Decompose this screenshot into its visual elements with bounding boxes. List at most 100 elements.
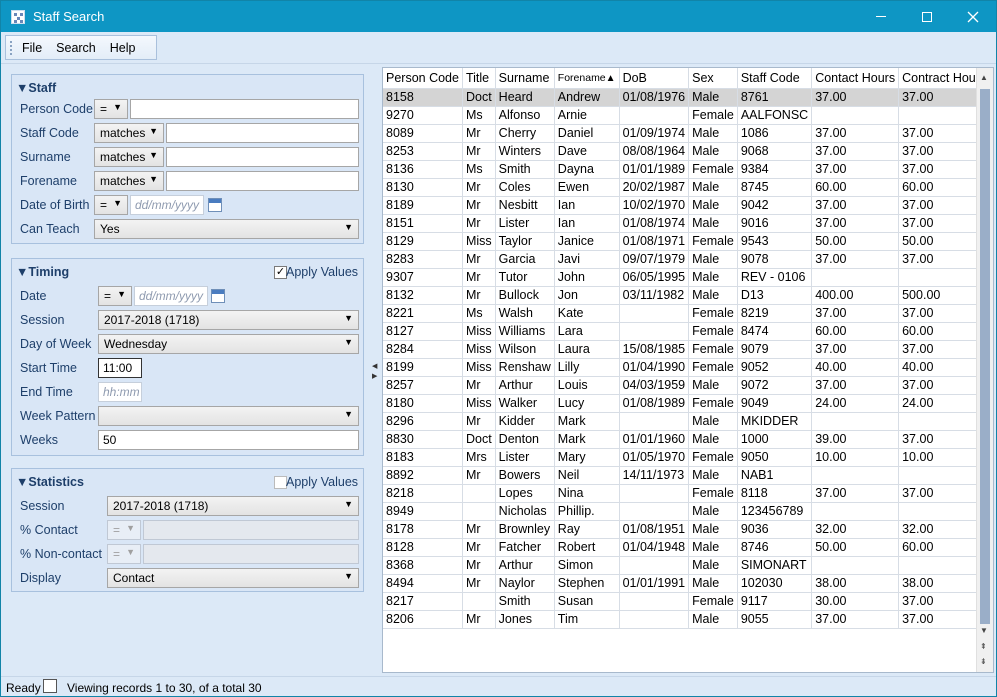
status-checkbox[interactable] bbox=[43, 679, 57, 693]
stats-session-select[interactable]: 2017-2018 (1718) ▼ bbox=[107, 496, 359, 516]
staff-search-window: Staff Search File Search Help ▼Staff Per… bbox=[0, 0, 997, 697]
end-time-input[interactable]: hh:mm bbox=[98, 382, 142, 402]
table-cell: 8128 bbox=[383, 538, 463, 557]
table-row[interactable]: 8089 Mr Cherry Daniel 01/09/1974 Male 1086 37.0… bbox=[383, 124, 993, 143]
table-row[interactable]: 8130 Mr Coles Ewen 20/02/1987 Male 8745 60.00 60… bbox=[383, 178, 993, 197]
table-row[interactable]: 8368 Mr Arthur Simon Male SIMONART bbox=[383, 556, 993, 575]
table-cell: 8132 bbox=[383, 286, 463, 305]
table-row[interactable]: 8830 Doct Denton Mark 01/01/1960 Male 1000 39.0… bbox=[383, 430, 993, 449]
staff-code-input[interactable] bbox=[166, 123, 359, 143]
table-row[interactable]: 8206 Mr Jones Tim Male 9055 37.00 37.00 bbox=[383, 610, 993, 629]
table-row[interactable]: 8283 Mr Garcia Javi 09/07/1979 Male 9078 37.00 3… bbox=[383, 250, 993, 269]
week-pattern-select[interactable]: ▼ bbox=[98, 406, 359, 426]
dob-operator[interactable]: = ▼ bbox=[94, 195, 128, 215]
table-row[interactable]: 8221 Ms Walsh Kate Female 8219 37.00 37.00 bbox=[383, 304, 993, 323]
table-row[interactable]: 8127 Miss Williams Lara Female 8474 60.00 60.00 bbox=[383, 322, 993, 341]
table-cell: Female bbox=[688, 106, 738, 125]
calendar-icon[interactable] bbox=[208, 198, 222, 212]
surname-input[interactable] bbox=[166, 147, 359, 167]
table-row[interactable]: 8253 Mr Winters Dave 08/08/1964 Male 9068 37.00… bbox=[383, 142, 993, 161]
table-row[interactable]: 8296 Mr Kidder Mark Male MKIDDER bbox=[383, 412, 993, 431]
dob-input[interactable]: dd/mm/yyyy bbox=[130, 195, 204, 215]
surname-operator[interactable]: matches ▼ bbox=[94, 147, 164, 167]
table-row[interactable]: 8132 Mr Bullock Jon 03/11/1982 Male D13 400.00 5… bbox=[383, 286, 993, 305]
column-header[interactable]: Sex bbox=[688, 68, 738, 89]
table-row[interactable]: 8218 Lopes Nina Female 8118 37.00 37.00 bbox=[383, 484, 993, 503]
column-header[interactable]: Contact Hours bbox=[811, 68, 900, 89]
table-cell: 37.00 bbox=[811, 376, 900, 395]
table-row[interactable]: 8189 Mr Nesbitt Ian 10/02/1970 Male 9042 37.00 3… bbox=[383, 196, 993, 215]
pct-noncontact-input[interactable] bbox=[143, 544, 359, 564]
table-row[interactable]: 8949 Nicholas Phillip. Male 123456789 bbox=[383, 502, 993, 521]
column-header[interactable]: Surname bbox=[495, 68, 555, 89]
table-cell: 14/11/1973 bbox=[619, 466, 690, 485]
expand-right-icon[interactable]: ▶ bbox=[372, 372, 377, 380]
weeks-input[interactable]: 50 bbox=[98, 430, 359, 450]
table-row[interactable]: 8183 Mrs Lister Mary 01/05/1970 Female 9050 10.… bbox=[383, 448, 993, 467]
collapse-left-icon[interactable]: ◀ bbox=[372, 362, 377, 370]
menu-help[interactable]: Help bbox=[110, 41, 136, 55]
table-cell: Lucy bbox=[554, 394, 620, 413]
table-row[interactable]: 8494 Mr Naylor Stephen 01/01/1991 Male 102030 3… bbox=[383, 574, 993, 593]
table-row[interactable]: 8129 Miss Taylor Janice 01/08/1971 Female 9543… bbox=[383, 232, 993, 251]
date-operator[interactable]: = ▼ bbox=[98, 286, 132, 306]
scroll-thumb[interactable] bbox=[980, 89, 990, 624]
date-input[interactable]: dd/mm/yyyy bbox=[134, 286, 208, 306]
window-title: Staff Search bbox=[33, 9, 105, 24]
staff-group-title: Staff bbox=[28, 81, 57, 95]
menu-file[interactable]: File bbox=[22, 41, 42, 55]
title-bar[interactable]: Staff Search bbox=[1, 1, 996, 32]
column-header[interactable]: DoB bbox=[619, 68, 690, 89]
maximize-button[interactable] bbox=[904, 1, 950, 32]
table-row[interactable]: 8136 Ms Smith Dayna 01/01/1989 Female 9384 37.0… bbox=[383, 160, 993, 179]
table-row[interactable]: 8892 Mr Bowers Neil 14/11/1973 Male NAB1 bbox=[383, 466, 993, 485]
menu-grip[interactable] bbox=[10, 41, 13, 55]
column-header[interactable]: Staff Code bbox=[737, 68, 813, 89]
scroll-up-icon[interactable]: ▲ bbox=[980, 73, 988, 82]
table-row[interactable]: 9307 Mr Tutor John 06/05/1995 Male REV - 0106 bbox=[383, 268, 993, 287]
table-row[interactable]: 8284 Miss Wilson Laura 15/08/1985 Female 9079 3… bbox=[383, 340, 993, 359]
forename-input[interactable] bbox=[166, 171, 359, 191]
table-cell: MKIDDER bbox=[737, 412, 813, 431]
scroll-top-icon[interactable]: ⇞ bbox=[980, 642, 987, 651]
table-row[interactable]: 8128 Mr Fatcher Robert 01/04/1948 Male 8746 50.… bbox=[383, 538, 993, 557]
person-code-operator[interactable]: = ▼ bbox=[94, 99, 128, 119]
table-cell: Male bbox=[688, 430, 738, 449]
start-time-input[interactable]: 11:00 bbox=[98, 358, 142, 378]
pane-splitter[interactable]: ◀ ▶ bbox=[371, 64, 379, 674]
table-row[interactable]: 8178 Mr Brownley Ray 01/08/1951 Male 9036 32.00… bbox=[383, 520, 993, 539]
pct-contact-operator[interactable]: = ▼ bbox=[107, 520, 141, 540]
forename-operator[interactable]: matches ▼ bbox=[94, 171, 164, 191]
session-select[interactable]: 2017-2018 (1718) ▼ bbox=[98, 310, 359, 330]
statistics-group-toggle[interactable]: ▼Statistics bbox=[16, 475, 84, 489]
display-select[interactable]: Contact ▼ bbox=[107, 568, 359, 588]
column-header-sorted[interactable]: Forename▲ bbox=[554, 68, 620, 89]
table-cell: 01/08/1974 bbox=[619, 214, 690, 233]
staff-code-operator[interactable]: matches ▼ bbox=[94, 123, 164, 143]
scroll-down-icon[interactable]: ▼ bbox=[980, 626, 988, 635]
minimize-button[interactable] bbox=[858, 1, 904, 32]
pct-noncontact-operator[interactable]: = ▼ bbox=[107, 544, 141, 564]
menu-search[interactable]: Search bbox=[56, 41, 96, 55]
table-row[interactable]: 9270 Ms Alfonso Arnie Female AALFONSC bbox=[383, 106, 993, 125]
column-header[interactable]: Title bbox=[462, 68, 496, 89]
day-of-week-select[interactable]: Wednesday ▼ bbox=[98, 334, 359, 354]
column-header[interactable]: Person Code bbox=[383, 68, 463, 89]
close-button[interactable] bbox=[950, 1, 996, 32]
calendar-icon[interactable] bbox=[211, 289, 225, 303]
table-cell: SIMONART bbox=[737, 556, 813, 575]
table-row[interactable]: 8180 Miss Walker Lucy 01/08/1989 Female 9049 24… bbox=[383, 394, 993, 413]
pct-contact-input[interactable] bbox=[143, 520, 359, 540]
person-code-input[interactable] bbox=[130, 99, 359, 119]
scroll-bottom-icon[interactable]: ⇟ bbox=[980, 657, 987, 666]
timing-group-toggle[interactable]: ▼Timing bbox=[16, 265, 69, 279]
table-row[interactable]: 8257 Mr Arthur Louis 04/03/1959 Male 9072 37.00… bbox=[383, 376, 993, 395]
table-row[interactable]: 8151 Mr Lister Ian 01/08/1974 Male 9016 37.00 37… bbox=[383, 214, 993, 233]
vertical-scrollbar[interactable]: ▲ ▼ ⇞ ⇟ bbox=[976, 68, 993, 672]
staff-group-toggle[interactable]: ▼Staff bbox=[16, 81, 56, 95]
table-row[interactable]: 8158 Doct Heard Andrew 01/08/1976 Male 8761 37.… bbox=[383, 88, 993, 107]
table-row[interactable]: 8217 Smith Susan Female 9117 30.00 37.00 bbox=[383, 592, 993, 611]
can-teach-select[interactable]: Yes ▼ bbox=[94, 219, 359, 239]
table-row[interactable]: 8199 Miss Renshaw Lilly 01/04/1990 Female 9052… bbox=[383, 358, 993, 377]
table-cell: Female bbox=[688, 394, 738, 413]
